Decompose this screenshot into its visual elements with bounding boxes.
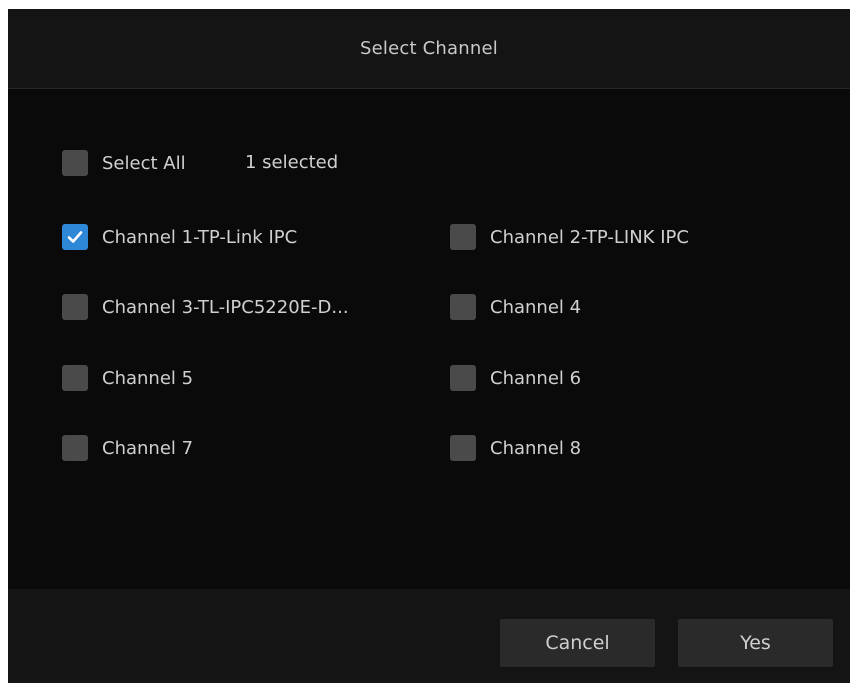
channel-option-7[interactable]: Channel 7 <box>62 433 193 463</box>
channel-option-4[interactable]: Channel 4 <box>450 292 581 322</box>
channel-1-label: Channel 1-TP-Link IPC <box>102 226 298 248</box>
channel-option-3[interactable]: Channel 3-TL-IPC5220E-D... <box>62 292 349 322</box>
select-all-option[interactable]: Select All <box>62 148 186 178</box>
channel-1-checkbox[interactable] <box>62 224 88 250</box>
channel-3-label: Channel 3-TL-IPC5220E-D... <box>102 296 349 318</box>
channel-6-checkbox[interactable] <box>450 365 476 391</box>
channel-5-label: Channel 5 <box>102 367 194 389</box>
channel-8-checkbox[interactable] <box>450 435 476 461</box>
channel-6-label: Channel 6 <box>490 367 582 389</box>
channel-8-label: Channel 8 <box>490 437 582 459</box>
channel-option-2[interactable]: Channel 2-TP-LINK IPC <box>450 222 689 252</box>
channel-option-8[interactable]: Channel 8 <box>450 433 581 463</box>
channel-option-5[interactable]: Channel 5 <box>62 363 193 393</box>
yes-button[interactable]: Yes <box>678 619 833 667</box>
checkmark-icon <box>67 231 83 243</box>
channel-3-checkbox[interactable] <box>62 294 88 320</box>
channel-5-checkbox[interactable] <box>62 365 88 391</box>
select-channel-dialog: Select Channel Select All 1 selected Cha… <box>8 9 850 683</box>
dialog-header: Select Channel <box>8 9 850 89</box>
select-all-label: Select All <box>102 152 186 174</box>
select-all-checkbox[interactable] <box>62 150 88 176</box>
dialog-title: Select Channel <box>360 38 498 59</box>
channel-2-label: Channel 2-TP-LINK IPC <box>490 226 689 248</box>
dialog-footer: Cancel Yes <box>8 589 850 683</box>
dialog-body: Select All 1 selected Channel 1-TP-Link … <box>8 89 850 589</box>
channel-7-label: Channel 7 <box>102 437 194 459</box>
cancel-button[interactable]: Cancel <box>500 619 655 667</box>
channel-4-label: Channel 4 <box>490 296 582 318</box>
channel-option-6[interactable]: Channel 6 <box>450 363 581 393</box>
channel-option-1[interactable]: Channel 1-TP-Link IPC <box>62 222 297 252</box>
channel-4-checkbox[interactable] <box>450 294 476 320</box>
selected-count: 1 selected <box>245 152 339 173</box>
channel-2-checkbox[interactable] <box>450 224 476 250</box>
channel-7-checkbox[interactable] <box>62 435 88 461</box>
